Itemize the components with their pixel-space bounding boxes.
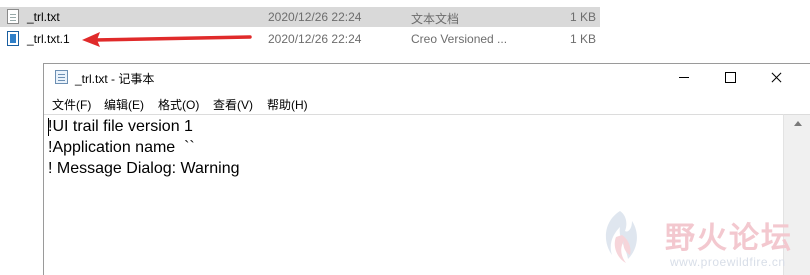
menu-file[interactable]: 文件(F) [52,96,91,113]
title-bar[interactable]: _trl.txt - 记事本 [44,64,810,91]
file-type: Creo Versioned ... [411,32,508,46]
close-button[interactable] [753,64,799,91]
file-name: _trl.txt [27,10,60,24]
file-date: 2020/12/26 22:24 [268,32,362,46]
editor-line: ! Message Dialog: Warning [48,160,240,177]
notepad-icon [55,70,68,84]
watermark: 野火论坛 www.proewildfire.cn [590,205,810,275]
watermark-brand: 野火论坛 [665,221,793,256]
flame-logo-icon [605,211,637,263]
red-arrow-annotation [82,32,252,47]
file-size: 1 KB [569,10,596,24]
menu-edit[interactable]: 编辑(E) [104,96,144,113]
menu-view[interactable]: 查看(V) [213,96,253,113]
maximize-button[interactable] [707,64,753,91]
watermark-url: www.proewildfire.cn [670,255,786,269]
text-file-icon [7,9,19,24]
minimize-button[interactable] [661,64,707,91]
window-title: _trl.txt - 记事本 [75,72,155,86]
file-name: _trl.txt.1 [27,32,70,46]
creo-file-icon [7,31,19,46]
file-row-trl-txt[interactable]: _trl.txt 2020/12/26 22:24 文本文档 1 KB [0,7,600,27]
editor-line: !UI trail file version 1 [48,118,193,135]
menu-format[interactable]: 格式(O) [158,96,199,113]
menu-help[interactable]: 帮助(H) [267,96,308,113]
file-type: 文本文档 [411,12,460,26]
file-date: 2020/12/26 22:24 [268,10,362,24]
scroll-up-arrow-icon[interactable] [794,121,802,126]
menu-bar: 文件(F) 编辑(E) 格式(O) 查看(V) 帮助(H) [44,93,810,113]
file-size: 1 KB [569,32,596,46]
editor-line: !Application name `` [48,139,195,156]
